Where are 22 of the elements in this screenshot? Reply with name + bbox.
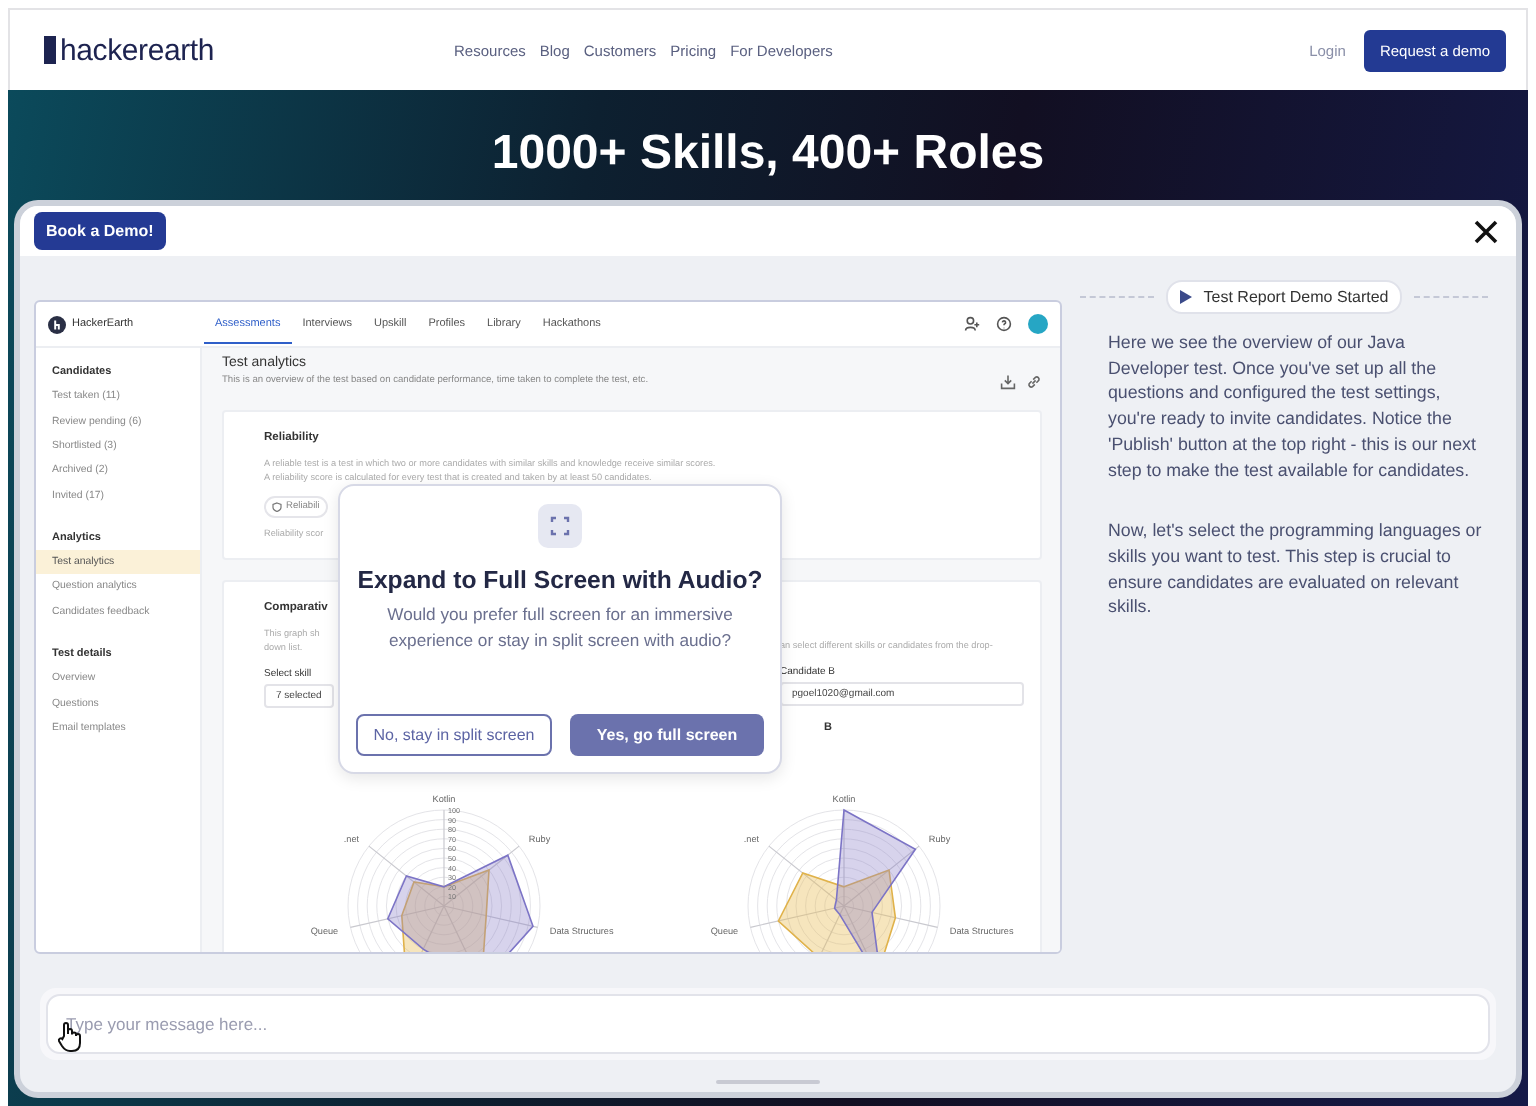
help-icon[interactable] — [996, 316, 1012, 332]
chat-message: Now, let's select the programming languages or skills you want to test. This step is crucial to ensure candidates are evaluated on relevant skills. — [1108, 518, 1484, 621]
fullscreen-icon — [538, 504, 582, 548]
logo-mark-icon — [44, 34, 56, 66]
message-input[interactable]: Type your message here... — [46, 994, 1490, 1054]
logo[interactable]: hackerearth — [60, 33, 215, 67]
chat-message: Here we see the overview of our Java Developer test. Once you've set up all the questions and configured the test settings, you're ready to invite candidates. Notice the 'Publish' button at the top right - this is our next step to make the test available for candidates. — [1108, 330, 1478, 483]
avatar[interactable] — [1028, 314, 1048, 334]
hero-headline: 1000+ Skills, 400+ Roles — [489, 124, 1047, 182]
dialog-title: Expand to Full Screen with Audio? — [357, 566, 763, 594]
logo-icon — [48, 315, 66, 333]
close-icon[interactable] — [1474, 219, 1498, 243]
shield-icon — [272, 502, 282, 512]
confirm-button[interactable]: Yes, go full screen — [570, 714, 764, 756]
play-icon — [1179, 290, 1192, 304]
link-icon[interactable] — [1026, 374, 1042, 390]
status-text: Test Report Demo Started — [1203, 288, 1389, 306]
add-user-icon[interactable] — [964, 316, 980, 332]
cancel-button[interactable]: No, stay in split screen — [356, 714, 552, 756]
dialog-message: Would you prefer full screen for an immersive experience or stay in split screen with audio? — [385, 602, 735, 652]
book-demo-button[interactable]: Book a Demo! — [34, 212, 166, 250]
download-icon[interactable] — [1000, 374, 1016, 390]
